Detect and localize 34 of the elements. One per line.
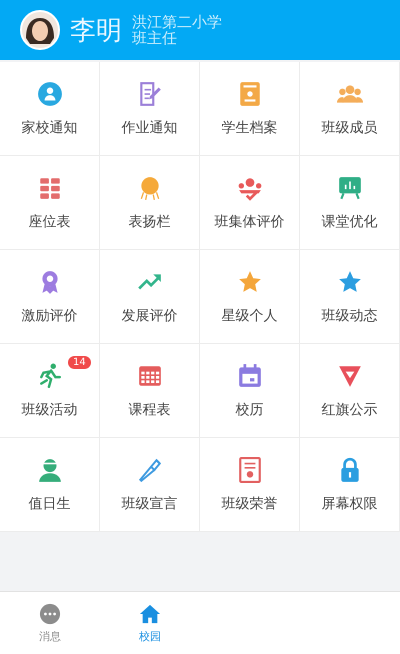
feature-tile[interactable]: 星级个人 xyxy=(200,250,300,344)
person-icon xyxy=(36,456,62,482)
feature-tile[interactable]: 班集体评价 xyxy=(200,156,300,250)
feature-tile[interactable]: 课堂优化 xyxy=(300,156,400,250)
person-circle-icon xyxy=(36,80,62,106)
feature-tile[interactable]: 班级活动 14 xyxy=(0,344,100,438)
star-icon xyxy=(236,268,262,294)
feature-tile[interactable]: 作业通知 xyxy=(100,62,200,156)
avatar xyxy=(20,10,60,50)
feature-tile[interactable]: 激励评价 xyxy=(0,250,100,344)
feature-tile[interactable]: 班级荣誉 xyxy=(200,438,300,532)
star-icon xyxy=(336,268,362,294)
user-name: 李明 xyxy=(70,14,122,48)
feature-tile[interactable]: 屏幕权限 xyxy=(300,438,400,532)
calendar-icon xyxy=(236,362,262,388)
feature-tile[interactable]: 班级宣言 xyxy=(100,438,200,532)
feature-tile[interactable]: 发展评价 xyxy=(100,250,200,344)
school-name: 洪江第二小学 xyxy=(132,14,222,30)
home-icon xyxy=(139,602,161,624)
feature-tile[interactable]: 座位表 xyxy=(0,156,100,250)
feature-tile[interactable]: 表扬栏 xyxy=(100,156,200,250)
presentation-board-icon xyxy=(336,174,362,200)
feature-tile[interactable]: 课程表 xyxy=(100,344,200,438)
feature-tile[interactable]: 校历 xyxy=(200,344,300,438)
feature-tile[interactable]: 红旗公示 xyxy=(300,344,400,438)
certificate-icon xyxy=(236,456,262,482)
count-badge: 14 xyxy=(68,356,91,369)
feature-tile[interactable]: 值日生 xyxy=(0,438,100,532)
feature-tile[interactable]: 班级成员 xyxy=(300,62,400,156)
feature-tile[interactable]: 班级动态 xyxy=(300,250,400,344)
feature-tile[interactable]: 家校通知 xyxy=(0,62,100,156)
user-role: 班主任 xyxy=(132,30,178,46)
chat-bubble-icon xyxy=(39,602,61,624)
feature-tile[interactable]: 学生档案 xyxy=(200,62,300,156)
